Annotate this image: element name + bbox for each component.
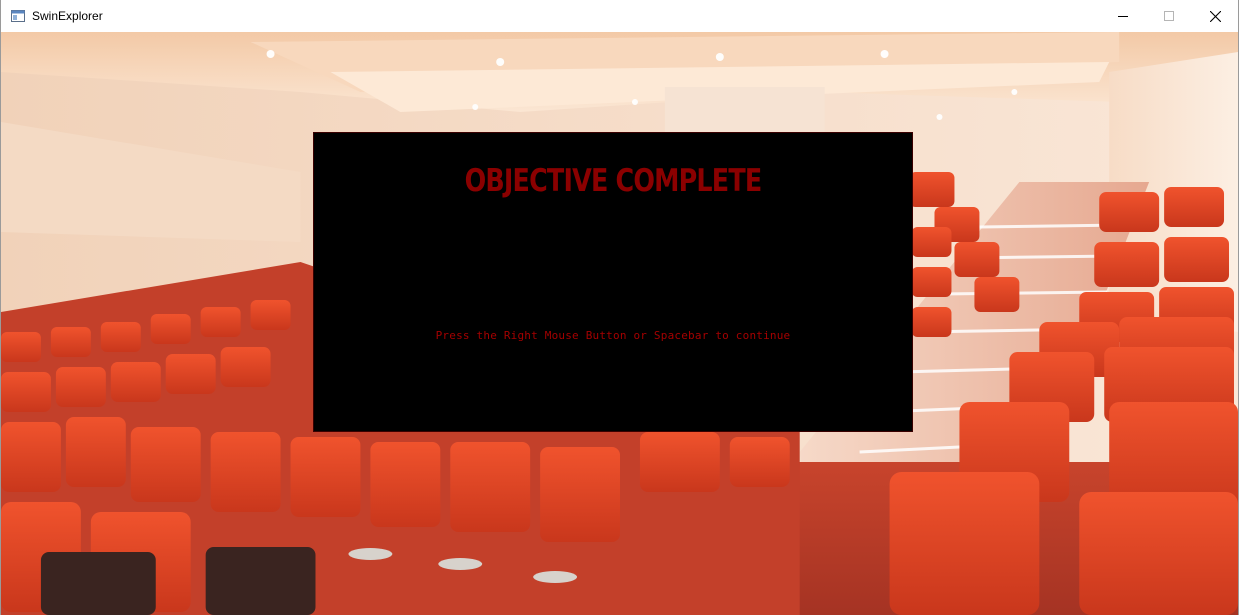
window-controls bbox=[1100, 0, 1238, 32]
minimize-icon bbox=[1118, 16, 1128, 17]
dialog-title: OBJECTIVE COMPLETE bbox=[464, 163, 763, 199]
app-window: SwinExplorer OBJECTIVE COMPLETE Press th… bbox=[0, 0, 1239, 615]
minimize-button[interactable] bbox=[1100, 0, 1146, 32]
title-bar[interactable]: SwinExplorer bbox=[1, 0, 1238, 32]
maximize-icon bbox=[1164, 11, 1174, 21]
close-icon bbox=[1209, 10, 1221, 22]
game-viewport[interactable]: OBJECTIVE COMPLETE Press the Right Mouse… bbox=[1, 32, 1238, 615]
objective-complete-dialog[interactable]: OBJECTIVE COMPLETE Press the Right Mouse… bbox=[313, 132, 913, 432]
app-window-icon bbox=[10, 8, 26, 24]
close-button[interactable] bbox=[1192, 0, 1238, 32]
continue-prompt: Press the Right Mouse Button or Spacebar… bbox=[435, 329, 791, 342]
maximize-button[interactable] bbox=[1146, 0, 1192, 32]
window-title: SwinExplorer bbox=[32, 9, 103, 23]
